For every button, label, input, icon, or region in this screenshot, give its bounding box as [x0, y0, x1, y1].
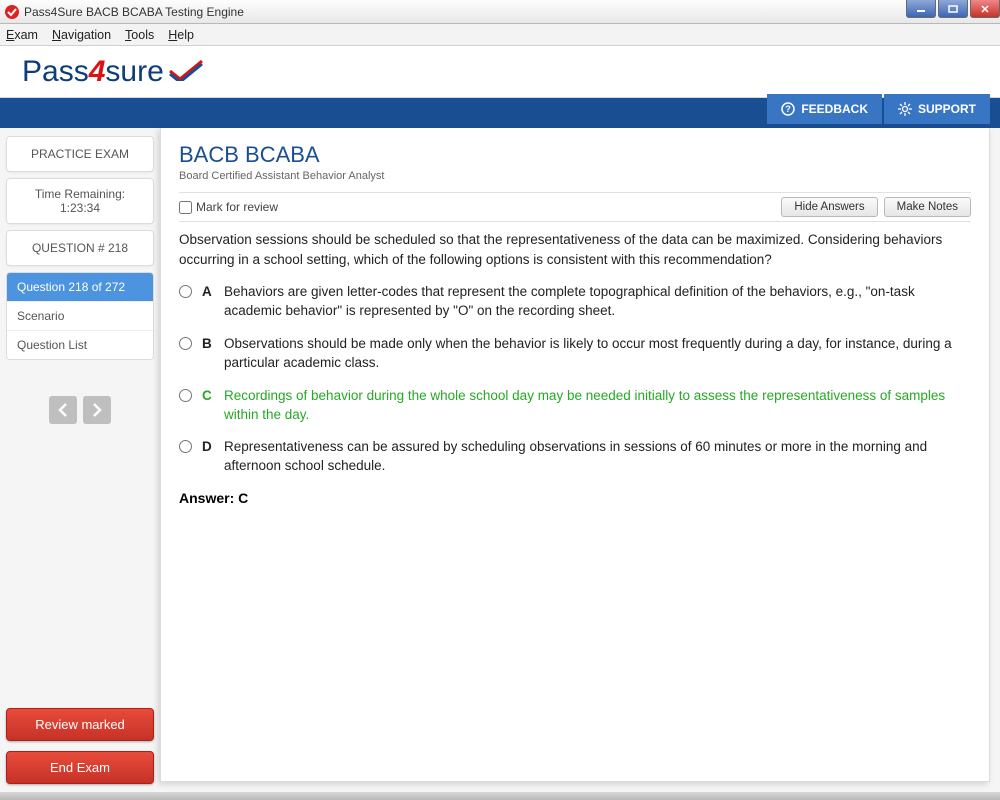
exam-title: BACB BCABA	[179, 142, 971, 168]
answer-label: Answer: C	[179, 490, 971, 506]
app-icon	[4, 4, 20, 20]
time-label: Time Remaining:	[11, 187, 149, 201]
option-c-radio[interactable]	[179, 389, 192, 402]
hide-answers-button[interactable]: Hide Answers	[781, 197, 877, 217]
menu-exam[interactable]: Exam	[6, 28, 38, 42]
sidebar-item-scenario[interactable]: Scenario	[7, 302, 153, 331]
svg-text:?: ?	[786, 104, 792, 114]
option-b-text: Observations should be made only when th…	[224, 335, 971, 373]
prev-button[interactable]	[49, 396, 77, 424]
window-titlebar: Pass4Sure BACB BCABA Testing Engine	[0, 0, 1000, 24]
logo-pass: Pass	[22, 55, 89, 88]
option-b-radio[interactable]	[179, 337, 192, 350]
menu-tools[interactable]: Tools	[125, 28, 154, 42]
mark-checkbox[interactable]	[179, 201, 192, 214]
sidebar-item-question[interactable]: Question 218 of 272	[7, 273, 153, 302]
bottom-edge	[0, 792, 1000, 800]
gear-icon	[898, 102, 912, 116]
time-value: 1:23:34	[11, 201, 149, 215]
window-buttons	[904, 0, 1000, 18]
option-d[interactable]: D Representativeness can be assured by s…	[179, 438, 971, 476]
option-c-text: Recordings of behavior during the whole …	[224, 387, 971, 425]
option-b[interactable]: B Observations should be made only when …	[179, 335, 971, 373]
sidebar-item-question-list[interactable]: Question List	[7, 331, 153, 359]
option-b-letter: B	[202, 335, 214, 354]
time-remaining-box: Time Remaining: 1:23:34	[6, 178, 154, 224]
chevron-right-icon	[92, 403, 102, 417]
exam-subtitle: Board Certified Assistant Behavior Analy…	[179, 170, 971, 182]
option-a[interactable]: A Behaviors are given letter-codes that …	[179, 283, 971, 321]
mark-for-review[interactable]: Mark for review	[179, 200, 278, 214]
logo-sure: sure	[105, 55, 163, 88]
option-c[interactable]: C Recordings of behavior during the whol…	[179, 387, 971, 425]
minimize-button[interactable]	[906, 0, 936, 18]
nav-chips	[6, 396, 154, 424]
question-number-box: QUESTION # 218	[6, 230, 154, 266]
question-toolbar: Mark for review Hide Answers Make Notes	[179, 192, 971, 222]
logo: Pass4sure	[22, 55, 164, 89]
maximize-button[interactable]	[938, 0, 968, 18]
option-c-letter: C	[202, 387, 214, 406]
menu-help[interactable]: Help	[168, 28, 194, 42]
logo-four: 4	[89, 55, 106, 88]
window-title: Pass4Sure BACB BCABA Testing Engine	[24, 5, 996, 19]
feedback-button[interactable]: ? FEEDBACK	[767, 94, 882, 124]
options-list: A Behaviors are given letter-codes that …	[179, 283, 971, 476]
ribbon: ? FEEDBACK SUPPORT	[0, 98, 1000, 128]
content-panel: BACB BCABA Board Certified Assistant Beh…	[160, 128, 990, 782]
question-text: Observation sessions should be scheduled…	[179, 230, 971, 269]
menu-bar: Exam Navigation Tools Help	[0, 24, 1000, 46]
logo-check-icon	[168, 59, 204, 84]
end-exam-button[interactable]: End Exam	[6, 751, 154, 784]
feedback-label: FEEDBACK	[801, 102, 868, 116]
option-a-radio[interactable]	[179, 285, 192, 298]
menu-navigation[interactable]: Navigation	[52, 28, 111, 42]
chevron-left-icon	[58, 403, 68, 417]
close-button[interactable]	[970, 0, 1000, 18]
option-d-radio[interactable]	[179, 440, 192, 453]
option-a-text: Behaviors are given letter-codes that re…	[224, 283, 971, 321]
sidebar: PRACTICE EXAM Time Remaining: 1:23:34 QU…	[0, 128, 160, 792]
mark-label: Mark for review	[196, 200, 278, 214]
logo-band: Pass4sure	[0, 46, 1000, 98]
make-notes-button[interactable]: Make Notes	[884, 197, 971, 217]
question-icon: ?	[781, 102, 795, 116]
option-d-text: Representativeness can be assured by sch…	[224, 438, 971, 476]
practice-exam-box: PRACTICE EXAM	[6, 136, 154, 172]
main-area: PRACTICE EXAM Time Remaining: 1:23:34 QU…	[0, 128, 1000, 792]
next-button[interactable]	[83, 396, 111, 424]
sidebar-list: Question 218 of 272 Scenario Question Li…	[6, 272, 154, 360]
review-marked-button[interactable]: Review marked	[6, 708, 154, 741]
option-d-letter: D	[202, 438, 214, 457]
support-button[interactable]: SUPPORT	[884, 94, 990, 124]
support-label: SUPPORT	[918, 102, 976, 116]
option-a-letter: A	[202, 283, 214, 302]
